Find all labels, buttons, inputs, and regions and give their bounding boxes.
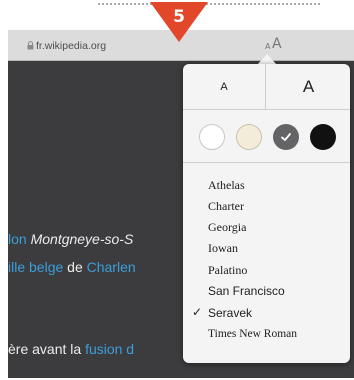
article-link[interactable]: ille belge — [8, 259, 63, 275]
font-item-times-new-roman[interactable]: Times New Roman — [183, 326, 350, 346]
reader-small-a: A — [265, 42, 271, 51]
font-item-georgia[interactable]: Georgia — [183, 218, 350, 238]
theme-row — [183, 111, 350, 163]
theme-black-swatch[interactable] — [310, 124, 336, 150]
selected-checkmark-icon: ✓ — [192, 305, 203, 319]
reader-big-a: A — [272, 36, 282, 52]
article-link[interactable]: Charlen — [87, 259, 136, 275]
article-text: Montgneye-so-S — [30, 231, 134, 247]
lock-icon — [27, 41, 34, 50]
checkmark-icon — [281, 133, 291, 141]
theme-white-swatch[interactable] — [199, 124, 225, 150]
article-link[interactable]: fusion d — [85, 341, 134, 357]
font-item-palatino[interactable]: Palatino — [183, 261, 350, 281]
font-item-iowan[interactable]: Iowan — [183, 239, 350, 259]
tutorial-guide-line — [98, 3, 320, 5]
font-name: Georgia — [208, 220, 247, 234]
font-name: Iowan — [208, 241, 238, 255]
article-text: ère avant la — [8, 341, 86, 357]
step-number: 5 — [173, 7, 185, 27]
increase-text-size-button[interactable]: A — [267, 64, 350, 110]
text-size-row: A A — [183, 64, 350, 110]
article-line-2: ille belge de Charlen — [8, 259, 136, 275]
font-item-athelas[interactable]: Athelas — [183, 176, 350, 196]
theme-sepia-swatch[interactable] — [236, 124, 262, 150]
reader-options-popover: A A Athelas Charter Georgia Iowan Palati… — [183, 64, 350, 363]
article-text: de — [63, 259, 87, 275]
font-name: Seravek — [208, 306, 253, 320]
font-name: Athelas — [208, 178, 245, 192]
font-name: Palatino — [208, 263, 248, 277]
font-item-san-francisco[interactable]: San Francisco — [183, 282, 350, 302]
font-item-charter[interactable]: Charter — [183, 197, 350, 217]
article-line-3: ère avant la fusion d — [8, 341, 134, 357]
article-link[interactable]: lon — [8, 231, 27, 247]
theme-gray-swatch[interactable] — [273, 124, 299, 150]
step-badge: 5 — [150, 2, 208, 42]
decrease-text-size-button[interactable]: A — [183, 64, 266, 110]
font-name: San Francisco — [208, 284, 285, 298]
article-line-1: lon Montgneye-so-S — [8, 231, 133, 247]
url-text[interactable]: fr.wikipedia.org — [36, 40, 106, 52]
font-item-seravek[interactable]: ✓ Seravek — [183, 304, 350, 324]
font-name: Times New Roman — [208, 328, 298, 340]
font-name: Charter — [208, 199, 244, 213]
